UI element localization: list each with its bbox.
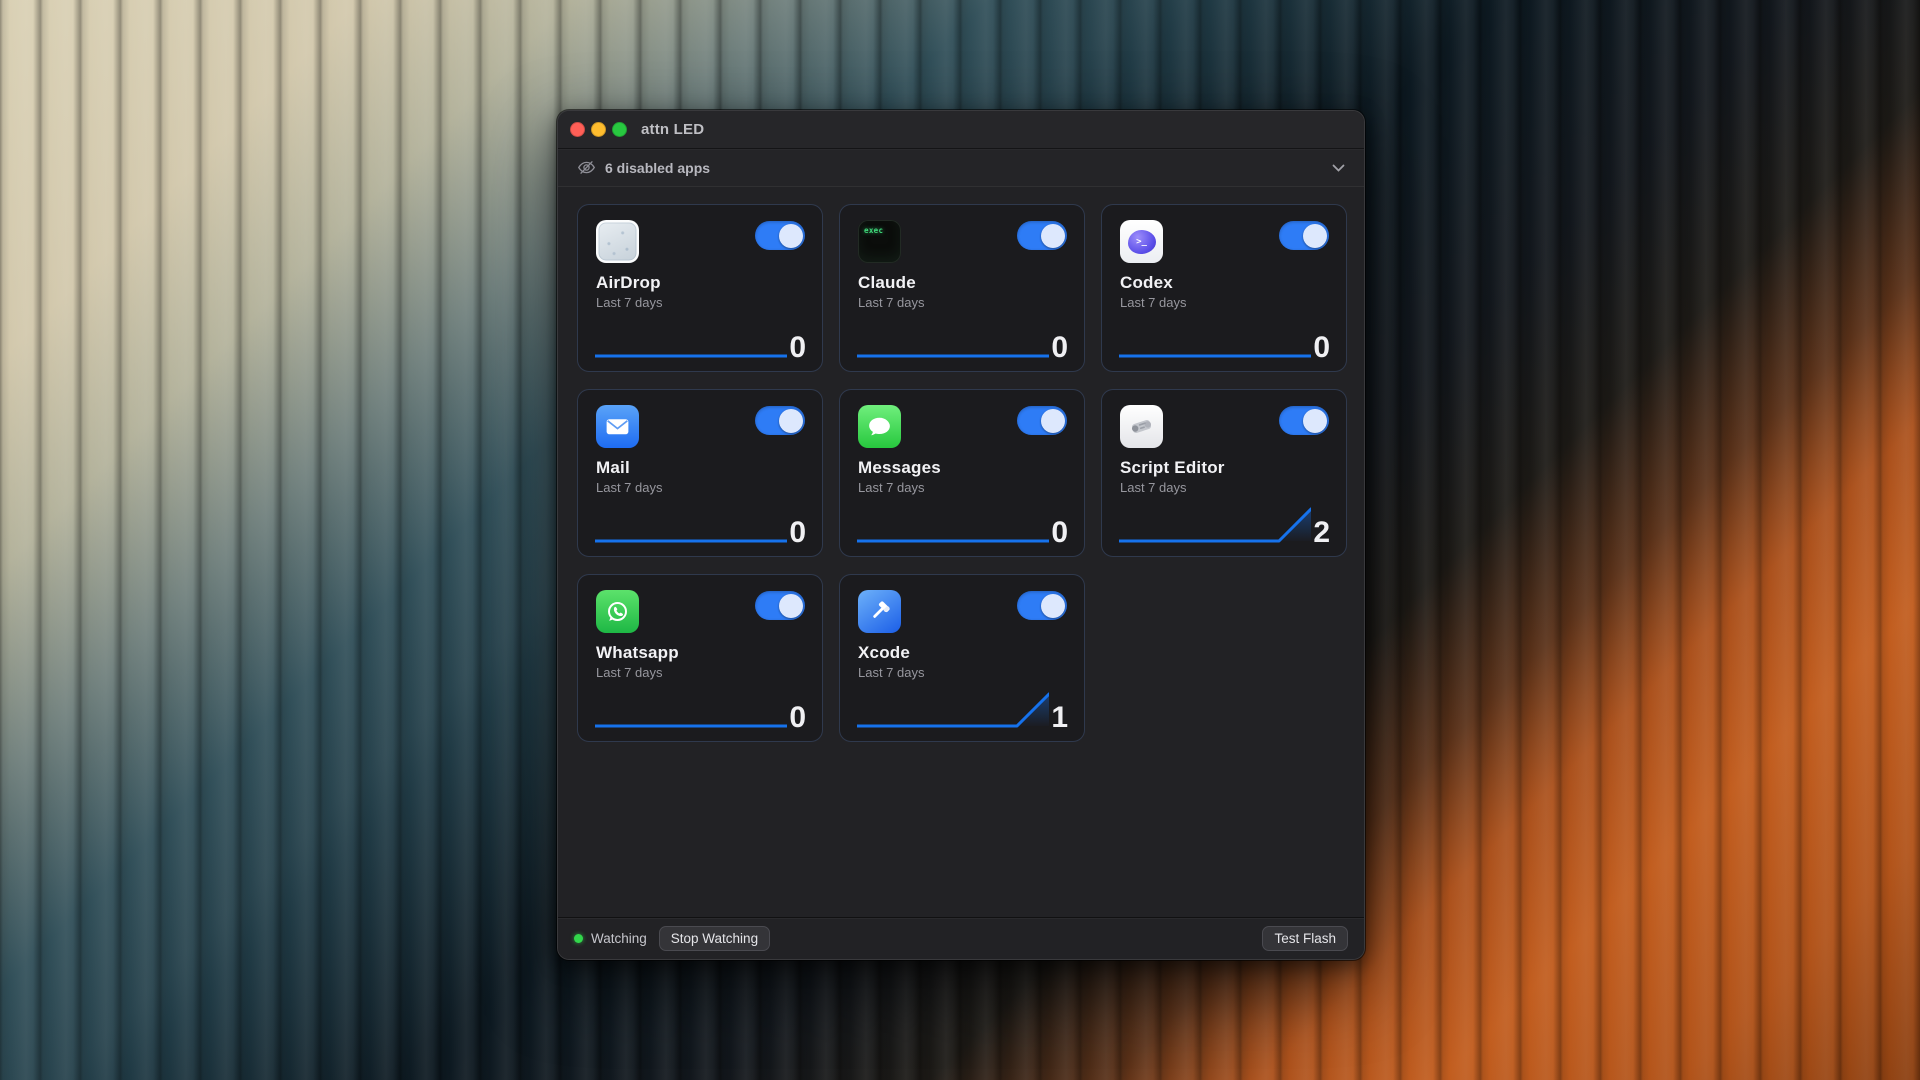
app-period-label: Last 7 days bbox=[1120, 295, 1187, 310]
test-flash-button[interactable]: Test Flash bbox=[1262, 926, 1348, 951]
claude-app-icon: exec bbox=[858, 220, 901, 263]
minimize-button[interactable] bbox=[591, 122, 606, 137]
toggle-knob bbox=[779, 409, 803, 433]
close-button[interactable] bbox=[570, 122, 585, 137]
stop-watching-button[interactable]: Stop Watching bbox=[659, 926, 770, 951]
app-period-label: Last 7 days bbox=[596, 665, 663, 680]
app-count: 0 bbox=[789, 518, 806, 548]
app-grid-area: AirDrop Last 7 days 0 exec Claude Last 7… bbox=[558, 187, 1364, 917]
sparkline-chart bbox=[857, 505, 1049, 545]
whatsapp-app-icon bbox=[596, 590, 639, 633]
app-card-codex: >_ Codex Last 7 days 0 bbox=[1101, 204, 1347, 372]
app-card-whatsapp: Whatsapp Last 7 days 0 bbox=[577, 574, 823, 742]
toggle-messages[interactable] bbox=[1017, 406, 1067, 435]
toggle-mail[interactable] bbox=[755, 406, 805, 435]
codex-app-icon: >_ bbox=[1120, 220, 1163, 263]
app-card-messages: Messages Last 7 days 0 bbox=[839, 389, 1085, 557]
app-count: 0 bbox=[1051, 518, 1068, 548]
airdrop-app-icon bbox=[596, 220, 639, 263]
app-name: Xcode bbox=[858, 643, 910, 663]
toggle-claude[interactable] bbox=[1017, 221, 1067, 250]
app-count: 0 bbox=[789, 703, 806, 733]
attn-led-window: attn LED 6 disabled apps AirDrop Last 7 … bbox=[557, 110, 1365, 960]
sparkline-chart bbox=[595, 505, 787, 545]
app-period-label: Last 7 days bbox=[596, 480, 663, 495]
zoom-button[interactable] bbox=[612, 122, 627, 137]
sparkline-chart bbox=[1119, 505, 1311, 545]
app-card-script-editor: Script Editor Last 7 days 2 bbox=[1101, 389, 1347, 557]
codex-blob: >_ bbox=[1128, 230, 1156, 254]
toggle-knob bbox=[1303, 409, 1327, 433]
app-card-xcode: Xcode Last 7 days 1 bbox=[839, 574, 1085, 742]
sparkline-chart bbox=[857, 320, 1049, 360]
toggle-script-editor[interactable] bbox=[1279, 406, 1329, 435]
app-name: Whatsapp bbox=[596, 643, 679, 663]
app-name: Script Editor bbox=[1120, 458, 1225, 478]
mail-app-icon bbox=[596, 405, 639, 448]
toggle-codex[interactable] bbox=[1279, 221, 1329, 250]
app-card-grid: AirDrop Last 7 days 0 exec Claude Last 7… bbox=[577, 204, 1345, 742]
app-name: AirDrop bbox=[596, 273, 661, 293]
app-name: Claude bbox=[858, 273, 916, 293]
status-bar: Watching Stop Watching Test Flash bbox=[558, 917, 1364, 959]
app-count: 0 bbox=[789, 333, 806, 363]
toggle-knob bbox=[779, 594, 803, 618]
window-titlebar[interactable]: attn LED bbox=[558, 111, 1364, 149]
app-period-label: Last 7 days bbox=[858, 295, 925, 310]
app-count: 0 bbox=[1313, 333, 1330, 363]
toggle-knob bbox=[1041, 409, 1065, 433]
toggle-knob bbox=[1303, 224, 1327, 248]
app-period-label: Last 7 days bbox=[858, 480, 925, 495]
chevron-down-icon[interactable] bbox=[1332, 164, 1345, 172]
script-editor-app-icon bbox=[1120, 405, 1163, 448]
xcode-app-icon bbox=[858, 590, 901, 633]
app-card-claude: exec Claude Last 7 days 0 bbox=[839, 204, 1085, 372]
app-name: Messages bbox=[858, 458, 941, 478]
app-card-airdrop: AirDrop Last 7 days 0 bbox=[577, 204, 823, 372]
disabled-apps-label: 6 disabled apps bbox=[605, 160, 710, 176]
app-period-label: Last 7 days bbox=[858, 665, 925, 680]
toggle-knob bbox=[779, 224, 803, 248]
messages-app-icon bbox=[858, 405, 901, 448]
disabled-apps-row[interactable]: 6 disabled apps bbox=[558, 149, 1364, 187]
toggle-airdrop[interactable] bbox=[755, 221, 805, 250]
app-count: 1 bbox=[1051, 703, 1068, 733]
app-name: Codex bbox=[1120, 273, 1173, 293]
toggle-knob bbox=[1041, 594, 1065, 618]
toggle-whatsapp[interactable] bbox=[755, 591, 805, 620]
eye-slash-icon bbox=[577, 159, 596, 176]
status-label: Watching bbox=[591, 931, 647, 946]
traffic-lights bbox=[570, 122, 627, 137]
toggle-knob bbox=[1041, 224, 1065, 248]
app-card-mail: Mail Last 7 days 0 bbox=[577, 389, 823, 557]
claude-exec-text: exec bbox=[864, 226, 883, 235]
app-period-label: Last 7 days bbox=[596, 295, 663, 310]
window-title: attn LED bbox=[641, 121, 704, 138]
app-name: Mail bbox=[596, 458, 630, 478]
toggle-xcode[interactable] bbox=[1017, 591, 1067, 620]
status-dot bbox=[574, 934, 583, 943]
app-period-label: Last 7 days bbox=[1120, 480, 1187, 495]
sparkline-chart bbox=[1119, 320, 1311, 360]
sparkline-chart bbox=[857, 690, 1049, 730]
codex-prompt-text: >_ bbox=[1136, 237, 1147, 247]
sparkline-chart bbox=[595, 320, 787, 360]
sparkline-chart bbox=[595, 690, 787, 730]
app-count: 0 bbox=[1051, 333, 1068, 363]
app-count: 2 bbox=[1313, 518, 1330, 548]
